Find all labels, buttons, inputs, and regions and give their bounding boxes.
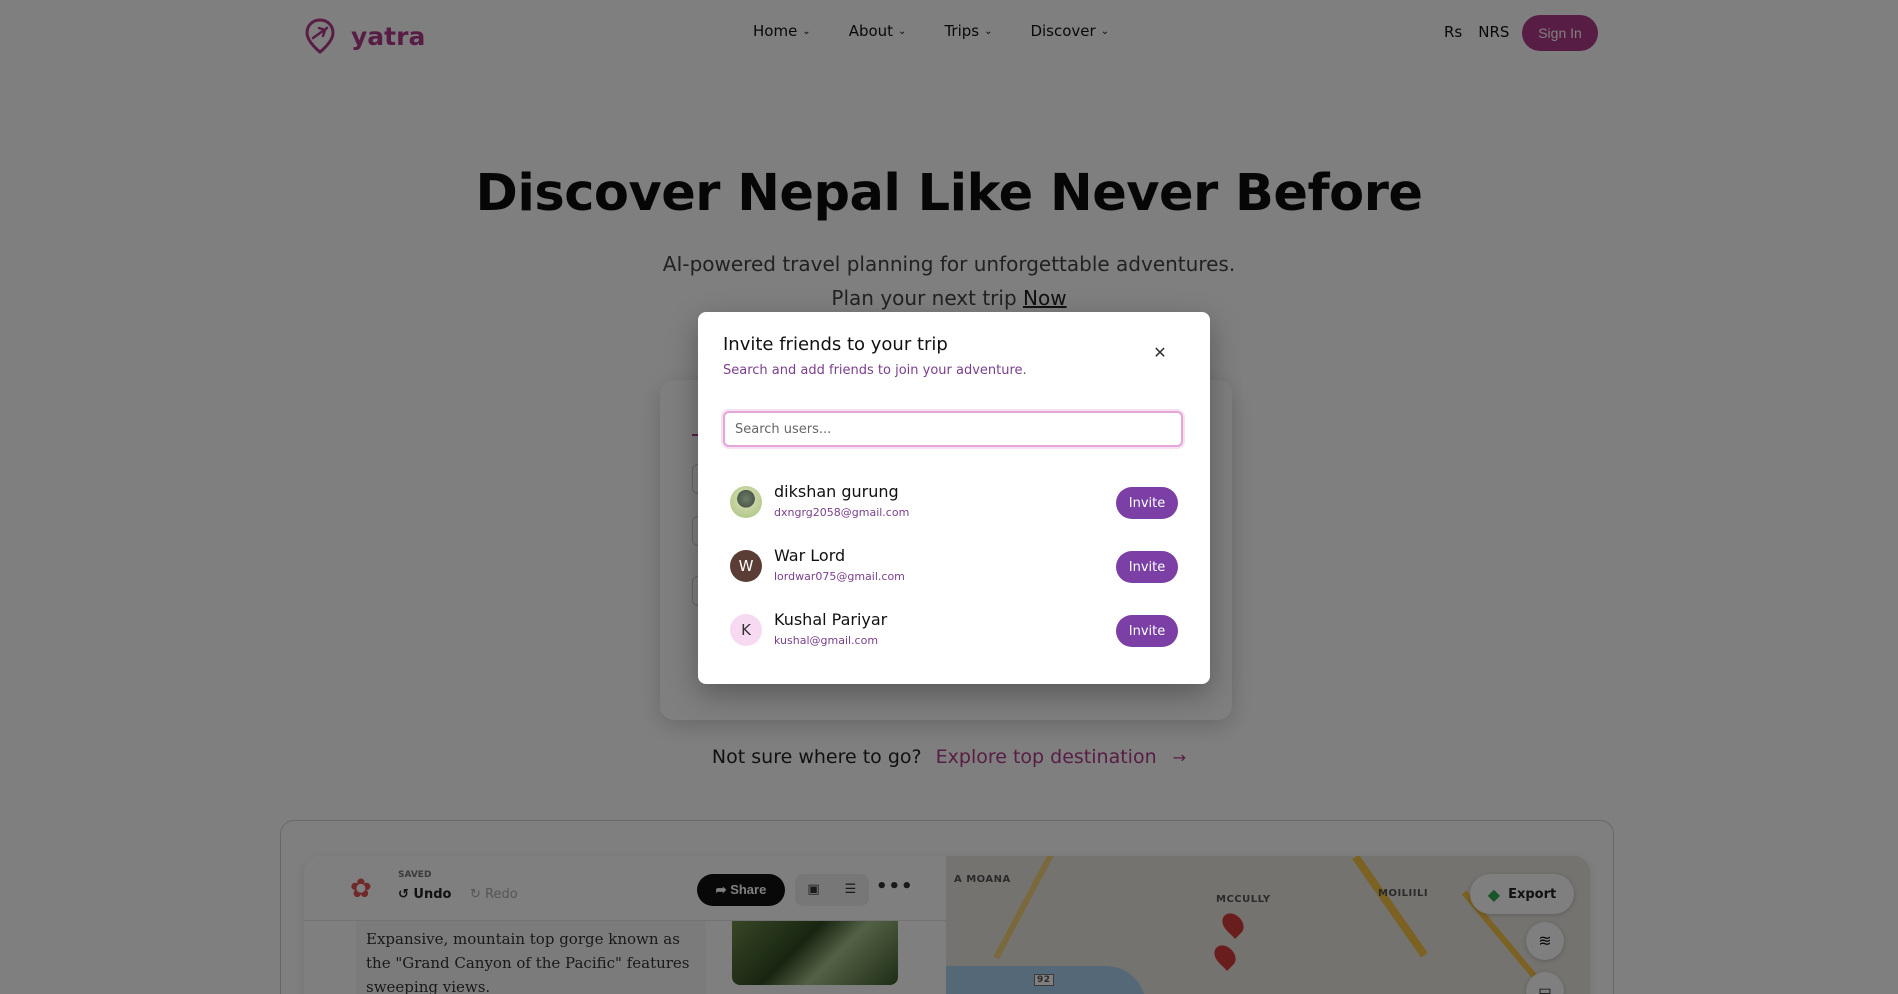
- invite-button[interactable]: Invite: [1116, 615, 1178, 647]
- user-row: W War Lord lordwar075@gmail.com Invite: [730, 542, 1178, 588]
- user-name: Kushal Pariyar: [774, 610, 888, 629]
- user-email: lordwar075@gmail.com: [774, 570, 905, 583]
- avatar: K: [730, 614, 762, 646]
- user-email: kushal@gmail.com: [774, 634, 879, 647]
- modal-title: Invite friends to your trip: [723, 334, 948, 355]
- invite-button[interactable]: Invite: [1116, 551, 1178, 583]
- user-name: dikshan gurung: [774, 482, 899, 501]
- avatar: [730, 486, 762, 518]
- user-row: K Kushal Pariyar kushal@gmail.com Invite: [730, 606, 1178, 652]
- close-icon[interactable]: ✕: [1150, 344, 1170, 364]
- user-row: dikshan gurung dxngrg2058@gmail.com Invi…: [730, 478, 1178, 524]
- invite-modal: Invite friends to your trip Search and a…: [698, 312, 1210, 684]
- avatar: W: [730, 550, 762, 582]
- modal-subtitle: Search and add friends to join your adve…: [723, 363, 1027, 378]
- user-email: dxngrg2058@gmail.com: [774, 506, 910, 519]
- invite-button[interactable]: Invite: [1116, 487, 1178, 519]
- user-name: War Lord: [774, 546, 846, 565]
- search-input[interactable]: [723, 411, 1183, 447]
